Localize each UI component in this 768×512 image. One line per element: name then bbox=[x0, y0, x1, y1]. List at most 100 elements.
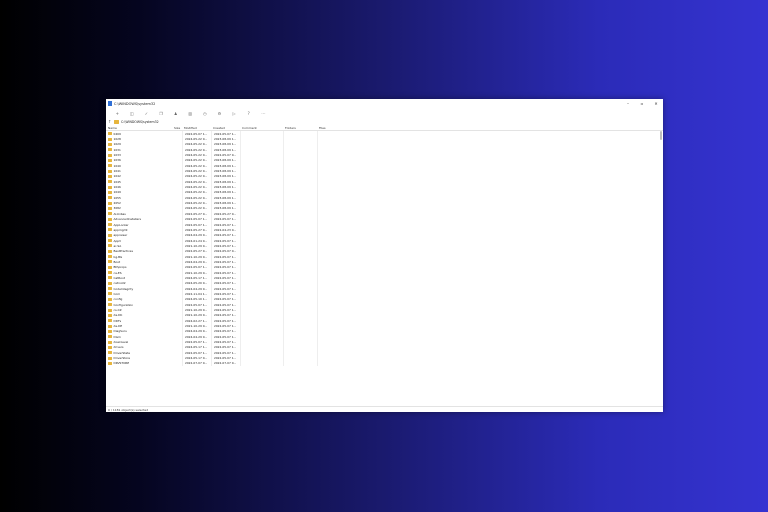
folder-icon bbox=[108, 190, 112, 194]
file-name: DiagSvcs bbox=[113, 329, 127, 334]
maximize-button[interactable]: ▫ bbox=[635, 99, 649, 108]
folder-icon bbox=[108, 212, 112, 216]
file-name: drivers bbox=[113, 345, 124, 350]
history-icon: ◷ bbox=[203, 110, 207, 116]
folder-icon bbox=[108, 271, 112, 275]
cell-fold bbox=[283, 360, 317, 367]
file-name: AI-Ikibas bbox=[113, 211, 126, 216]
help-icon: ? bbox=[247, 110, 250, 116]
file-name: 1055 bbox=[113, 195, 121, 200]
file-name: 1029 bbox=[113, 142, 121, 147]
file-name: 1028 bbox=[113, 137, 121, 142]
help-button[interactable]: ? bbox=[241, 108, 256, 118]
folder-icon bbox=[108, 164, 112, 168]
file-name: AppLocker bbox=[113, 222, 129, 227]
folder-icon bbox=[108, 180, 112, 184]
file-name: DRVSTORE bbox=[113, 361, 130, 366]
column-folders[interactable]: Folders bbox=[283, 126, 317, 130]
column-comment[interactable]: Comment bbox=[240, 126, 283, 130]
file-name: 1042 bbox=[113, 174, 121, 179]
address-bar[interactable]: ↑ C:\WINDOWS\system32 bbox=[106, 118, 663, 125]
vertical-scrollbar[interactable] bbox=[659, 131, 663, 406]
folder-icon bbox=[108, 345, 112, 349]
folder-icon bbox=[108, 169, 112, 173]
file-name: 1045 bbox=[113, 179, 121, 184]
copy-button[interactable]: ❐ bbox=[154, 108, 169, 118]
checkmark-icon: ✓ bbox=[144, 110, 149, 116]
play-button[interactable]: ▷ bbox=[227, 108, 242, 118]
folder-icon bbox=[108, 276, 112, 280]
folder-icon bbox=[108, 228, 112, 232]
file-name: appraiser bbox=[113, 233, 128, 238]
folder-icon bbox=[108, 244, 112, 248]
file-name: CodeIntegrity bbox=[113, 286, 134, 291]
app-icon bbox=[108, 101, 112, 106]
folder-icon bbox=[108, 361, 112, 365]
folder-icon bbox=[108, 174, 112, 178]
cell-size bbox=[172, 361, 182, 366]
table-row[interactable]: DRVSTORE 2022-07-07 0... 2022-07-07 0... bbox=[106, 360, 659, 367]
column-name[interactable]: Name bbox=[106, 126, 172, 130]
folder-icon bbox=[108, 281, 112, 285]
scrollbar-thumb[interactable] bbox=[660, 131, 662, 140]
folder-icon bbox=[108, 223, 112, 227]
folder-icon bbox=[108, 153, 112, 157]
column-size[interactable]: Size bbox=[172, 126, 182, 130]
plus-button[interactable]: + bbox=[110, 108, 125, 118]
folder-icon bbox=[114, 119, 119, 124]
file-name: da-DK bbox=[113, 313, 123, 318]
file-name: 1040 bbox=[113, 163, 121, 168]
folder-icon bbox=[108, 308, 112, 312]
file-name: appmgmt bbox=[113, 227, 128, 232]
folder-icon bbox=[108, 206, 112, 210]
settings-icon: ⚙ bbox=[217, 110, 222, 116]
folder-icon bbox=[108, 217, 112, 221]
new-folder-button[interactable]: ◫ bbox=[125, 108, 140, 118]
file-name: Configuration bbox=[113, 302, 134, 307]
column-modified[interactable]: Modified bbox=[182, 126, 211, 130]
file-name: 0409 bbox=[113, 131, 121, 136]
folder-icon bbox=[108, 329, 112, 333]
file-name: DDFs bbox=[113, 318, 122, 323]
folder-icon bbox=[108, 324, 112, 328]
file-name: ca-ES bbox=[113, 270, 122, 275]
trash-button[interactable]: ▥ bbox=[183, 108, 198, 118]
window-title: C:\WINDOWS\system32 bbox=[114, 101, 156, 106]
folder-icon bbox=[108, 185, 112, 189]
file-name: Com bbox=[113, 291, 121, 296]
folder-icon bbox=[108, 196, 112, 200]
history-button[interactable]: ◷ bbox=[198, 108, 213, 118]
file-name: 3082 bbox=[113, 206, 121, 211]
file-name: 1031 bbox=[113, 147, 121, 152]
folder-icon bbox=[108, 233, 112, 237]
close-button[interactable]: ✕ bbox=[649, 99, 663, 108]
cell-name: DRVSTORE bbox=[106, 361, 172, 366]
file-name: AppV bbox=[113, 238, 122, 243]
folder-icon bbox=[108, 249, 112, 253]
folder-icon bbox=[108, 201, 112, 205]
folder-icon bbox=[108, 287, 112, 291]
folder-icon bbox=[108, 158, 112, 162]
file-name: Bthprops bbox=[113, 265, 127, 270]
folder-icon bbox=[108, 340, 112, 344]
folder-icon bbox=[108, 313, 112, 317]
file-name: downlevel bbox=[113, 340, 129, 345]
checkmark-button[interactable]: ✓ bbox=[139, 108, 154, 118]
folder-icon bbox=[108, 303, 112, 307]
plus-icon: + bbox=[115, 110, 119, 116]
settings-button[interactable]: ⚙ bbox=[212, 108, 227, 118]
folder-icon bbox=[108, 265, 112, 269]
minimize-button[interactable]: – bbox=[621, 99, 635, 108]
title-bar[interactable]: C:\WINDOWS\system32 – ▫ ✕ bbox=[106, 99, 663, 108]
file-name: Boot bbox=[113, 259, 121, 264]
cell-files bbox=[317, 360, 347, 367]
address-path[interactable]: C:\WINDOWS\system32 bbox=[121, 120, 159, 124]
user-button[interactable]: ♟ bbox=[168, 108, 183, 118]
file-name: ar-SA bbox=[113, 243, 122, 248]
status-text: 0 / 1181 object(s) selected bbox=[108, 407, 149, 412]
column-files[interactable]: Files bbox=[317, 126, 347, 130]
column-created[interactable]: Created bbox=[211, 126, 240, 130]
folder-icon bbox=[108, 255, 112, 259]
folder-icon bbox=[108, 148, 112, 152]
more-button[interactable]: ⋯ bbox=[256, 108, 271, 118]
